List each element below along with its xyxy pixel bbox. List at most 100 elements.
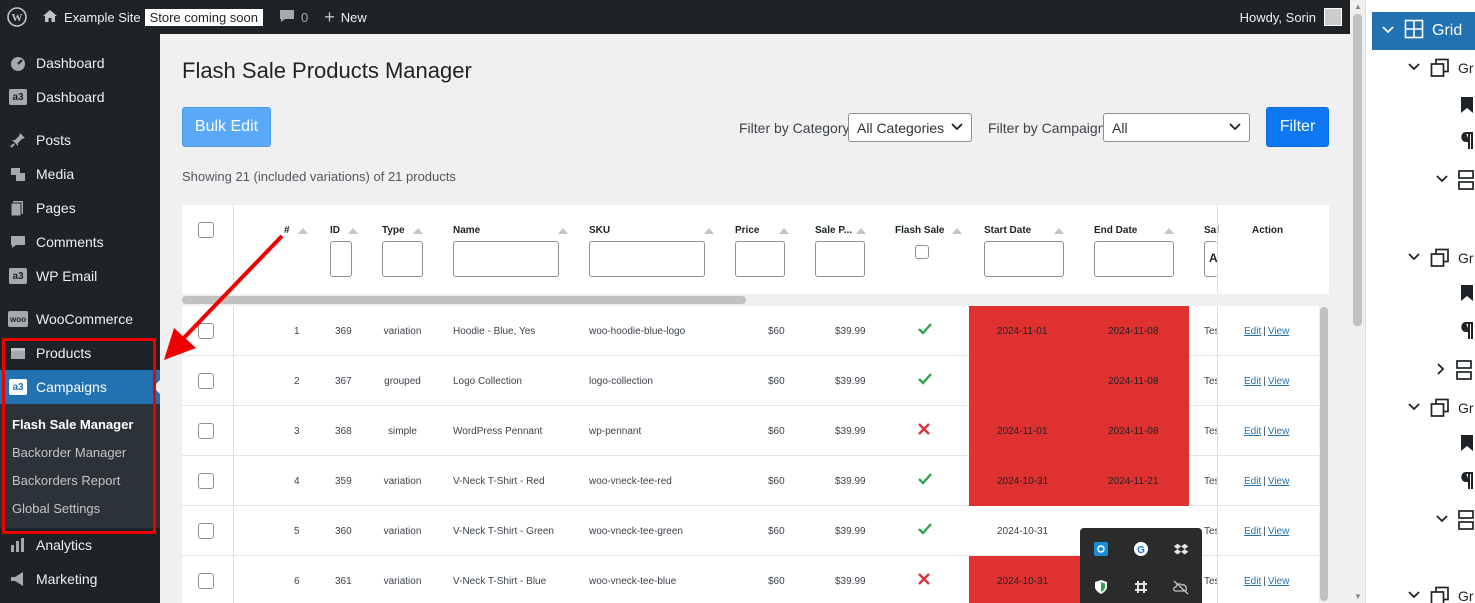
dropbox-icon[interactable] — [1172, 540, 1190, 558]
submenu-global-settings[interactable]: Global Settings — [0, 494, 160, 522]
submenu-backorders-report[interactable]: Backorders Report — [0, 466, 160, 494]
chevron-down-icon[interactable] — [1408, 590, 1420, 603]
store-status-badge[interactable]: Store coming soon — [144, 8, 263, 26]
view-link[interactable]: View — [1268, 476, 1290, 487]
sidebar-item-comments[interactable]: Comments — [0, 225, 160, 259]
slack-icon[interactable] — [1132, 578, 1150, 596]
page-scrollbar[interactable]: ▲ ▼ — [1350, 0, 1365, 603]
new-content-link[interactable]: + New — [316, 0, 375, 34]
row-checkbox[interactable] — [198, 573, 214, 589]
view-link[interactable]: View — [1268, 376, 1290, 387]
scrollbar-thumb[interactable] — [1320, 307, 1328, 601]
wordpress-logo-icon[interactable]: W — [0, 0, 34, 34]
block-list-item[interactable] — [1460, 322, 1475, 340]
google-drive-icon[interactable]: G — [1132, 540, 1150, 558]
view-link[interactable]: View — [1268, 576, 1290, 587]
row-checkbox[interactable] — [198, 373, 214, 389]
row-checkbox[interactable] — [198, 473, 214, 489]
block-list-item[interactable] — [1436, 510, 1475, 530]
filter-input-type[interactable] — [382, 241, 423, 277]
column-header-flash-sale[interactable]: Flash Sale — [895, 225, 963, 236]
submenu-backorder-manager[interactable]: Backorder Manager — [0, 438, 160, 466]
view-link[interactable]: View — [1268, 526, 1290, 537]
row-checkbox[interactable] — [198, 523, 214, 539]
column-header-sku[interactable]: SKU — [589, 225, 714, 236]
edit-link[interactable]: Edit — [1244, 576, 1261, 587]
sidebar-item-wp-email[interactable]: a3 WP Email — [0, 259, 160, 293]
filter-input-end-date[interactable] — [1094, 241, 1174, 277]
sidebar-item-analytics[interactable]: Analytics — [0, 528, 160, 562]
sidebar-item-dashboard[interactable]: Dashboard — [0, 46, 160, 80]
column-header-start-date[interactable]: Start Date — [984, 225, 1064, 236]
sidebar-item-campaigns[interactable]: a3 Campaigns — [0, 370, 160, 404]
block-list-item[interactable]: Gr — [1408, 58, 1474, 78]
table-vertical-scrollbar[interactable] — [1319, 305, 1329, 603]
block-list-item[interactable]: Gr — [1408, 248, 1474, 268]
block-list-item[interactable] — [1436, 170, 1475, 190]
block-list-item[interactable] — [1460, 96, 1475, 114]
column-header-type[interactable]: Type — [382, 225, 423, 236]
scrollbar-thumb[interactable] — [1353, 14, 1362, 326]
row-checkbox[interactable] — [198, 423, 214, 439]
my-account-link[interactable]: Howdy, Sorin — [1232, 0, 1350, 34]
security-shield-icon[interactable] — [1092, 578, 1110, 596]
sidebar-item-media[interactable]: Media — [0, 157, 160, 191]
scroll-down-icon[interactable]: ▼ — [1354, 592, 1362, 601]
block-list-item[interactable]: Gr — [1408, 398, 1474, 418]
block-item-grid-root[interactable]: Grid — [1372, 12, 1475, 50]
scroll-up-icon[interactable]: ▲ — [1354, 2, 1362, 11]
filter-select-sal[interactable]: A — [1204, 241, 1218, 277]
filter-button[interactable]: Filter — [1266, 107, 1329, 147]
view-link[interactable]: View — [1268, 426, 1290, 437]
filter-input-id[interactable] — [330, 241, 352, 277]
column-header-id[interactable]: ID — [330, 225, 358, 236]
sidebar-item-woocommerce[interactable]: woo WooCommerce — [0, 302, 160, 336]
chevron-down-icon[interactable] — [1436, 514, 1448, 527]
block-list-item[interactable] — [1436, 360, 1475, 380]
cloud-offline-icon[interactable] — [1172, 578, 1190, 596]
chevron-down-icon[interactable] — [1408, 402, 1420, 415]
comments-link[interactable]: 0 — [271, 0, 316, 34]
campaign-select[interactable]: All — [1103, 113, 1250, 142]
sidebar-item-products[interactable]: Products — [0, 336, 160, 370]
filter-input-name[interactable] — [453, 241, 559, 277]
category-select[interactable]: All Categories — [848, 113, 972, 142]
edit-link[interactable]: Edit — [1244, 426, 1261, 437]
edit-link[interactable]: Edit — [1244, 526, 1261, 537]
block-list-item[interactable] — [1460, 132, 1475, 150]
sidebar-item-pages[interactable]: Pages — [0, 191, 160, 225]
block-list-item[interactable] — [1460, 284, 1475, 302]
chevron-down-icon[interactable] — [1408, 252, 1420, 265]
submenu-flash-sale-manager[interactable]: Flash Sale Manager — [0, 410, 160, 438]
chevron-down-icon[interactable] — [1436, 174, 1448, 187]
edit-link[interactable]: Edit — [1244, 476, 1261, 487]
column-header-end-date[interactable]: End Date — [1094, 225, 1174, 236]
edit-link[interactable]: Edit — [1244, 376, 1261, 387]
filter-input-price[interactable] — [735, 241, 785, 277]
filter-input-sale-price[interactable] — [815, 241, 865, 277]
sidebar-item-posts[interactable]: Posts — [0, 123, 160, 157]
column-header-price[interactable]: Price — [735, 225, 790, 236]
filter-flash-sale-checkbox[interactable] — [915, 245, 929, 259]
cell-sal: Tes — [1204, 375, 1217, 387]
block-list-item[interactable]: Gr — [1408, 586, 1474, 603]
column-header-name[interactable]: Name — [453, 225, 568, 236]
view-link[interactable]: View — [1268, 326, 1290, 337]
filter-input-sku[interactable] — [589, 241, 705, 277]
filter-input-start-date[interactable] — [984, 241, 1064, 277]
sidebar-item-marketing[interactable]: Marketing — [0, 562, 160, 596]
horizontal-scrollbar[interactable] — [182, 294, 1329, 306]
sidebar-item-a3-dashboard[interactable]: a3 Dashboard — [0, 80, 160, 114]
bulk-edit-button[interactable]: Bulk Edit — [182, 107, 271, 147]
chevron-down-icon[interactable] — [1382, 25, 1394, 38]
chevron-down-icon[interactable] — [1408, 62, 1420, 75]
settings-app-icon[interactable] — [1092, 540, 1110, 558]
block-list-item[interactable] — [1460, 472, 1475, 490]
site-name-link[interactable]: Example Site Store coming soon — [34, 0, 271, 34]
block-list-item[interactable] — [1460, 434, 1475, 452]
edit-link[interactable]: Edit — [1244, 326, 1261, 337]
column-header-sale-price[interactable]: Sale P... — [815, 225, 867, 236]
block-label: Gr — [1458, 588, 1474, 603]
chevron-right-icon[interactable] — [1436, 362, 1446, 378]
chevron-down-icon — [1229, 120, 1241, 137]
